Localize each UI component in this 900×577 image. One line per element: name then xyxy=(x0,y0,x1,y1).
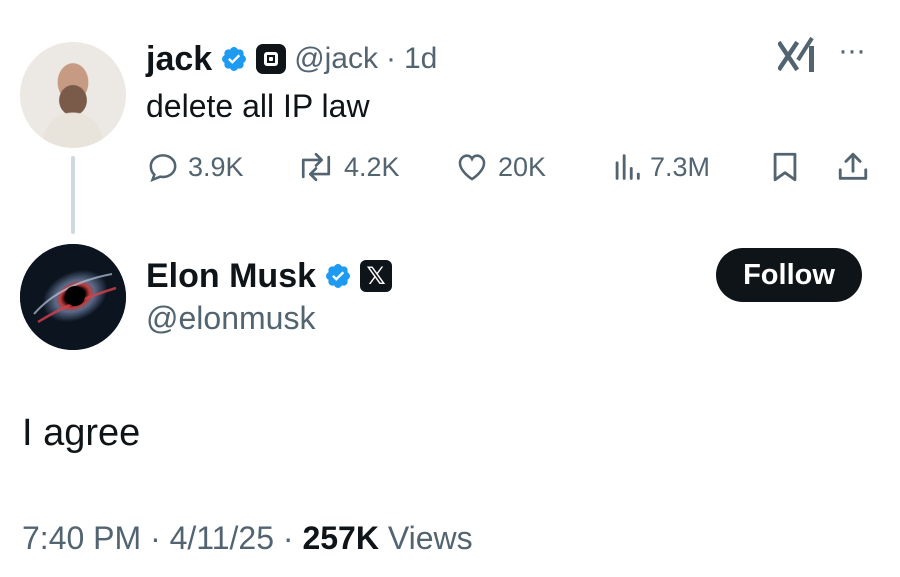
handle-elon[interactable]: @elonmusk xyxy=(146,300,315,337)
xai-logo-icon[interactable] xyxy=(776,36,818,86)
like-count: 20K xyxy=(498,151,547,182)
views-icon xyxy=(615,154,640,180)
tweet-date[interactable]: 4/11/25 xyxy=(170,520,274,557)
share-icon xyxy=(838,152,868,180)
action-bar: 3.9K 4.2K 20K 7.3M xyxy=(146,142,886,192)
bookmark-action[interactable] xyxy=(770,142,800,192)
follow-button[interactable]: Follow xyxy=(716,248,862,302)
views-label: Views xyxy=(378,520,473,556)
tweet-metadata: 7:40 PM · 4/11/25 · 257K Views xyxy=(22,520,473,557)
tweet-age[interactable]: 1d xyxy=(404,42,437,76)
avatar-jack[interactable] xyxy=(20,42,126,148)
verified-badge-icon xyxy=(222,47,247,71)
thread-connector-line xyxy=(71,156,75,234)
reply-action[interactable]: 3.9K xyxy=(146,142,244,192)
x-logo-badge-icon[interactable]: 𝕏 xyxy=(360,260,393,292)
repost-action[interactable]: 4.2K xyxy=(296,142,400,192)
reply-tweet-text: I agree xyxy=(22,412,141,454)
parent-tweet-header: jack @jack · 1d xyxy=(146,36,437,82)
tweet-time[interactable]: 7:40 PM xyxy=(22,520,141,557)
reply-icon xyxy=(149,154,177,183)
views-count: 7.3M xyxy=(650,151,711,182)
square-badge-icon[interactable] xyxy=(256,44,287,74)
display-name-jack[interactable]: jack xyxy=(146,40,212,79)
parent-tweet-text: delete all IP law xyxy=(146,88,370,124)
repost-count: 4.2K xyxy=(344,151,400,182)
display-name-elon[interactable]: Elon Musk xyxy=(146,257,316,296)
avatar-elon[interactable] xyxy=(20,244,126,350)
repost-icon xyxy=(301,152,331,182)
views-total[interactable]: 257K xyxy=(302,520,379,557)
time-separator: · xyxy=(386,42,396,75)
reply-count: 3.9K xyxy=(188,151,244,182)
meta-separator: · xyxy=(274,520,303,556)
reply-tweet-header: Elon Musk 𝕏 xyxy=(146,252,393,300)
handle-jack[interactable]: @jack xyxy=(294,42,378,76)
bookmark-icon xyxy=(773,152,797,182)
views-action[interactable]: 7.3M xyxy=(612,142,710,192)
meta-separator: · xyxy=(141,520,170,556)
like-icon xyxy=(458,154,486,181)
verified-badge-icon xyxy=(326,264,350,288)
share-action[interactable] xyxy=(836,142,870,192)
more-icon[interactable]: ··· xyxy=(838,34,866,68)
like-action[interactable]: 20K xyxy=(454,142,546,192)
